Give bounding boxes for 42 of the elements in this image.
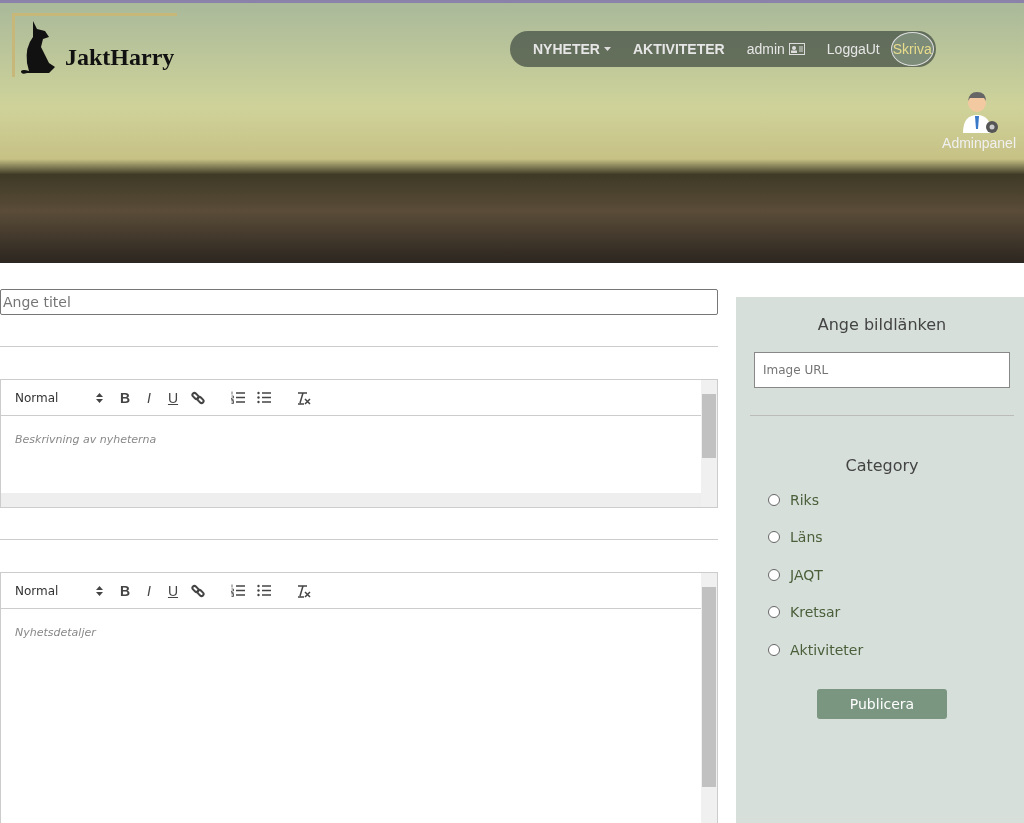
horizontal-scrollbar[interactable] [1, 493, 701, 507]
ordered-list-icon[interactable] [231, 584, 245, 597]
link-icon[interactable] [191, 583, 205, 598]
ordered-list-icon[interactable] [231, 391, 245, 404]
format-select[interactable]: Normal [15, 583, 103, 598]
format-button[interactable]: B [113, 582, 137, 599]
link-icon[interactable] [191, 390, 205, 405]
format-button[interactable]: I [137, 389, 161, 406]
nav-link[interactable]: NYHETER [522, 35, 622, 63]
image-url-input[interactable]: Image URL [754, 352, 1010, 388]
title-input[interactable]: Ange titel [0, 289, 718, 315]
bullet-list-icon[interactable] [257, 584, 271, 597]
editor-placeholder: Nyhetsdetaljer [15, 626, 96, 639]
category-radio[interactable]: Riks [754, 481, 1010, 519]
up-down-icon [96, 392, 103, 403]
clear-format-icon[interactable] [297, 583, 311, 598]
publish-button[interactable]: Publicera [817, 688, 947, 719]
up-down-icon [96, 585, 103, 596]
bullet-list-icon[interactable] [257, 391, 271, 404]
logo-text[interactable]: JaktHarry [65, 44, 175, 71]
format-button[interactable]: U [161, 389, 185, 406]
format-button[interactable]: U [161, 582, 185, 599]
clear-format-icon[interactable] [297, 390, 311, 405]
editor-body[interactable]: Beskrivning av nyheterna [1, 416, 701, 493]
format-select[interactable]: Normal [15, 390, 103, 405]
format-button[interactable]: I [137, 582, 161, 599]
format-button[interactable]: B [113, 389, 137, 406]
nav-link[interactable]: admin [735, 35, 816, 63]
category-radio[interactable]: JAQT [754, 556, 1010, 594]
editor-body[interactable]: Nyhetsdetaljer [1, 609, 701, 823]
id-card-icon [788, 43, 805, 55]
image-heading: Ange bildlänken [816, 315, 948, 334]
category-radio[interactable]: Läns [754, 518, 1010, 556]
nav-link[interactable]: AKTIVITETER [621, 35, 736, 63]
category-radio[interactable]: Aktiviteter [754, 631, 1010, 669]
category-radio[interactable]: Kretsar [754, 593, 1010, 631]
vertical-scrollbar[interactable] [701, 573, 717, 823]
caret-icon [603, 47, 611, 51]
nav-link[interactable]: LoggaUt [815, 35, 891, 63]
vertical-scrollbar[interactable] [701, 380, 717, 507]
editor-placeholder: Beskrivning av nyheterna [15, 433, 157, 446]
category-heading: Category [844, 456, 920, 475]
